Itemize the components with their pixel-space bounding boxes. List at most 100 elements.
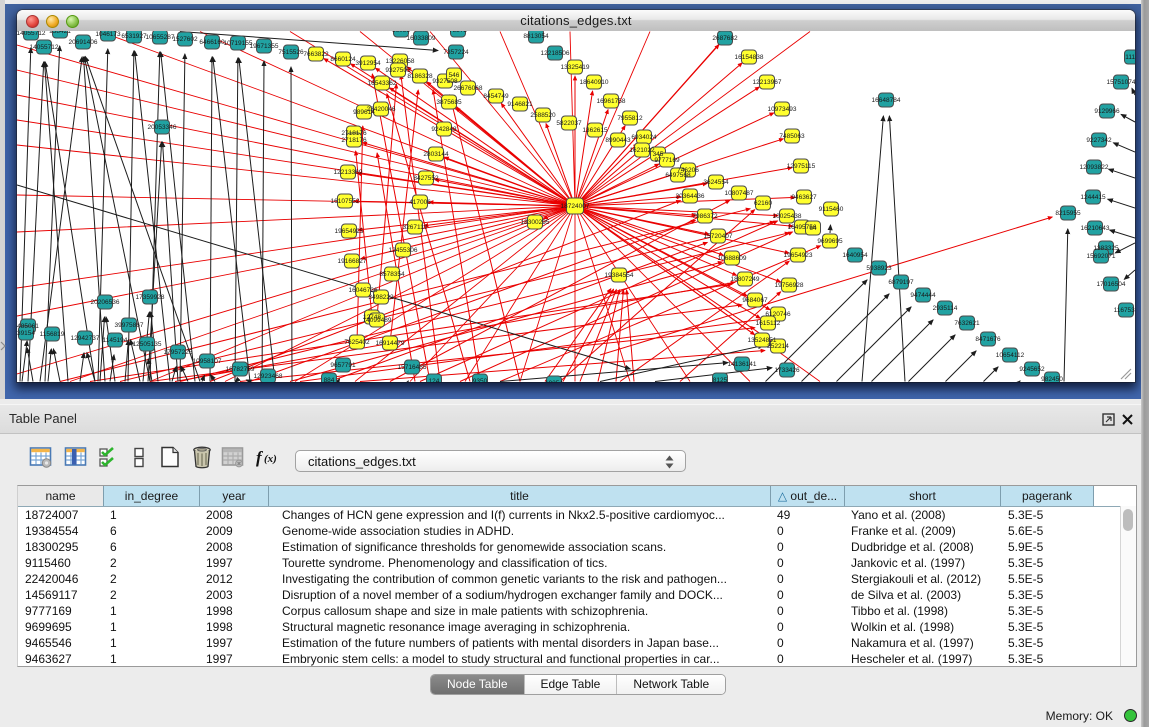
svg-text:14136141: 14136141 <box>728 361 757 368</box>
svg-text:16107552: 16107552 <box>331 198 360 205</box>
svg-text:18300295: 18300295 <box>521 219 550 226</box>
svg-text:13226058: 13226058 <box>386 58 415 65</box>
svg-text:2935114: 2935114 <box>933 305 958 312</box>
svg-text:9657791: 9657791 <box>330 362 356 369</box>
svg-text:8660124: 8660124 <box>330 56 356 63</box>
svg-text:884: 884 <box>324 377 335 382</box>
svg-text:938421: 938421 <box>49 31 71 35</box>
svg-text:1167533: 1167533 <box>1114 307 1135 314</box>
svg-text:12213369: 12213369 <box>334 169 363 176</box>
svg-text:10688609: 10688609 <box>718 255 747 262</box>
svg-text:9115460: 9115460 <box>819 206 844 213</box>
svg-text:15751074: 15751074 <box>1107 79 1135 86</box>
svg-text:18807249: 18807249 <box>731 276 760 283</box>
svg-text:124: 124 <box>429 378 440 382</box>
svg-text:73572: 73572 <box>449 31 467 34</box>
svg-text:13325419: 13325419 <box>561 64 590 71</box>
svg-text:16033: 16033 <box>392 31 410 34</box>
svg-text:16033809: 16033809 <box>407 35 436 42</box>
svg-text:7955812: 7955812 <box>617 115 643 122</box>
svg-text:2687682: 2687682 <box>712 35 738 42</box>
svg-text:10807487: 10807487 <box>725 190 754 197</box>
svg-text:f: f <box>256 448 264 467</box>
svg-text:1640954: 1640954 <box>842 252 868 259</box>
svg-text:8454749: 8454749 <box>483 93 509 100</box>
svg-text:9474444: 9474444 <box>910 292 936 299</box>
svg-text:982450: 982450 <box>1041 376 1063 382</box>
svg-text:16046736: 16046736 <box>349 287 378 294</box>
svg-text:7986372: 7986372 <box>692 213 718 220</box>
svg-text:7663822: 7663822 <box>303 51 329 58</box>
svg-text:16210643: 16210643 <box>1081 225 1110 232</box>
svg-text:20206536: 20206536 <box>91 299 120 306</box>
svg-text:16154838: 16154838 <box>735 54 764 61</box>
svg-text:9777169: 9777169 <box>654 157 680 164</box>
svg-text:19166827: 19166827 <box>338 258 367 265</box>
svg-text:9327508: 9327508 <box>432 78 458 85</box>
svg-text:39154: 39154 <box>17 330 35 337</box>
svg-text:14055712: 14055712 <box>17 31 46 37</box>
svg-text:8471676: 8471676 <box>975 336 1001 343</box>
svg-text:6531927: 6531927 <box>121 33 147 40</box>
svg-text:16914479: 16914479 <box>376 340 405 347</box>
svg-text:12218506: 12218506 <box>541 50 570 57</box>
svg-text:10655287: 10655287 <box>146 34 175 41</box>
svg-text:39975867: 39975867 <box>115 322 144 329</box>
svg-text:2718176: 2718176 <box>341 137 367 144</box>
svg-text:16648784: 16648784 <box>872 97 901 104</box>
svg-text:8125: 8125 <box>713 377 728 382</box>
svg-text:62160: 62160 <box>754 200 772 207</box>
svg-text:3498222: 3498222 <box>368 294 394 301</box>
svg-text:9129966: 9129966 <box>1094 108 1120 115</box>
svg-text:6120746: 6120746 <box>765 311 791 318</box>
svg-text:3875685: 3875685 <box>436 99 462 106</box>
svg-text:417006: 417006 <box>409 199 431 206</box>
svg-text:19756928: 19756928 <box>775 282 804 289</box>
svg-text:17359928: 17359928 <box>136 294 165 301</box>
svg-text:10654112: 10654112 <box>996 352 1025 359</box>
svg-text:9242848: 9242848 <box>431 126 457 133</box>
svg-text:12942737: 12942737 <box>71 335 100 342</box>
svg-text:20364436: 20364436 <box>676 193 705 200</box>
svg-text:7625402: 7625402 <box>344 339 370 346</box>
svg-text:19671355: 19671355 <box>250 43 279 50</box>
svg-text:1733426: 1733426 <box>774 367 800 374</box>
svg-text:1527602: 1527602 <box>172 36 198 43</box>
svg-text:7357224: 7357224 <box>443 49 469 56</box>
svg-text:10354: 10354 <box>545 380 563 382</box>
svg-text:18724007: 18724007 <box>561 203 590 210</box>
svg-text:8990443: 8990443 <box>605 137 631 144</box>
svg-text:19654923: 19654923 <box>784 252 813 259</box>
svg-text:(x): (x) <box>264 453 277 465</box>
svg-text:7515526: 7515526 <box>278 49 304 56</box>
svg-text:16543362: 16543362 <box>368 80 397 87</box>
svg-text:8215955: 8215955 <box>1055 210 1081 217</box>
svg-text:9227342: 9227342 <box>1086 137 1112 144</box>
svg-text:20053346: 20053346 <box>148 124 177 131</box>
svg-text:17957225: 17957225 <box>164 349 193 356</box>
svg-text:8427552: 8427552 <box>413 175 439 182</box>
svg-text:23420046: 23420046 <box>367 106 396 113</box>
svg-text:18640910: 18640910 <box>580 79 609 86</box>
svg-text:1615112: 1615112 <box>756 320 781 327</box>
svg-text:1362615: 1362615 <box>582 127 608 134</box>
svg-text:12213967: 12213967 <box>753 79 782 86</box>
svg-text:12975115: 12975115 <box>787 163 816 170</box>
svg-text:16961758: 16961758 <box>597 98 626 105</box>
svg-text:7485063: 7485063 <box>779 133 805 140</box>
svg-text:8186328: 8186328 <box>407 73 433 80</box>
svg-text:12505135: 12505135 <box>133 341 162 348</box>
svg-text:2803144: 2803144 <box>423 151 449 158</box>
svg-text:1621022: 1621022 <box>629 147 655 154</box>
svg-text:19384554: 19384554 <box>605 272 634 279</box>
svg-text:12455306: 12455306 <box>389 247 418 254</box>
svg-text:19654925: 19654925 <box>335 228 364 235</box>
svg-text:6934024: 6934024 <box>631 134 657 141</box>
svg-text:6497568: 6497568 <box>665 172 691 179</box>
svg-text:14055712: 14055712 <box>30 44 59 51</box>
svg-text:7632621: 7632621 <box>954 320 980 327</box>
svg-text:1046173: 1046173 <box>95 31 121 38</box>
svg-text:15692071: 15692071 <box>1087 253 1116 260</box>
svg-text:485061: 485061 <box>17 323 39 330</box>
svg-text:5938923: 5938923 <box>866 265 892 272</box>
